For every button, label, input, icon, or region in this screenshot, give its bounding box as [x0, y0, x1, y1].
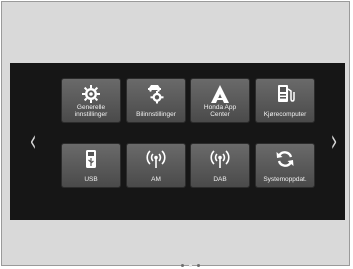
tile-label: Bilinnstillinger [136, 111, 176, 118]
tile-label: USB [84, 176, 98, 183]
app-center-icon [191, 85, 249, 103]
tile-label: Systemoppdat. [263, 176, 307, 183]
home-screen: ‹ › Generelle innstillinger Bilinnstilli… [10, 63, 345, 267]
manual-figure-frame: ‹ › Generelle innstillinger Bilinnstilli… [1, 1, 350, 267]
usb-icon [62, 150, 120, 168]
tile-label: AM [151, 176, 161, 183]
tile-label: DAB [213, 176, 227, 183]
previous-page-arrow[interactable]: ‹ [30, 127, 37, 157]
tile-label: Generelle innstillinger [74, 104, 108, 118]
tile-usb[interactable]: USB [62, 144, 120, 187]
next-page-arrow[interactable]: › [331, 127, 338, 157]
tile-trip-computer[interactable]: Kjørecomputer [256, 79, 314, 122]
tile-system-update[interactable]: Systemoppdat. [256, 144, 314, 187]
page-dot-active[interactable] [189, 264, 192, 267]
fuel-pump-icon [256, 85, 314, 103]
gear-icon [62, 85, 120, 103]
radio-antenna-icon [191, 150, 249, 168]
page-dot[interactable] [181, 264, 184, 267]
tile-vehicle-settings[interactable]: Bilinnstillinger [127, 79, 185, 122]
page-dot[interactable] [197, 264, 200, 267]
tile-label: Kjørecomputer [263, 111, 307, 118]
refresh-icon [256, 150, 314, 168]
car-gear-icon [127, 85, 185, 104]
tile-honda-app-center[interactable]: Honda App Center [191, 79, 249, 122]
page-indicator [181, 264, 200, 267]
tile-am[interactable]: AM [127, 144, 185, 187]
tile-general-settings[interactable]: Generelle innstillinger [62, 79, 120, 122]
radio-antenna-icon [127, 150, 185, 168]
tile-label: Honda App Center [203, 104, 237, 118]
tile-dab[interactable]: DAB [191, 144, 249, 187]
